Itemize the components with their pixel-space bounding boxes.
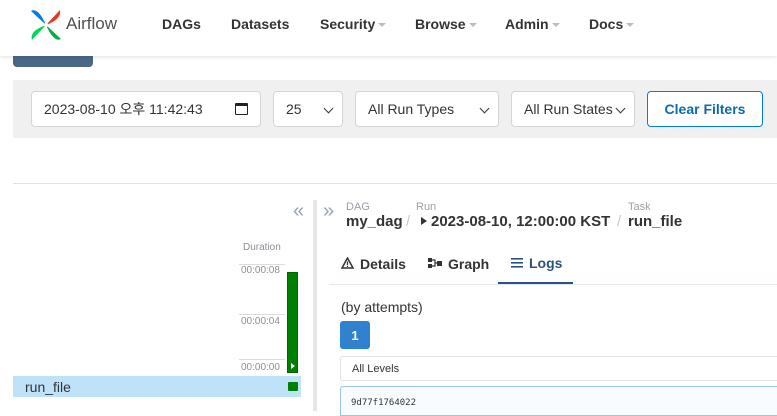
breadcrumb-dag[interactable]: my_dag xyxy=(346,213,403,230)
section-divider xyxy=(13,183,777,184)
base-date-value: 2023-08-10 오후 11:42:43 xyxy=(44,101,203,117)
nav-docs[interactable]: Docs xyxy=(589,16,635,32)
num-runs-value: 25 xyxy=(286,101,302,117)
graph-icon xyxy=(428,256,442,272)
breadcrumb-separator: / xyxy=(617,213,622,230)
run-type-select[interactable]: All Run Types xyxy=(355,91,499,127)
tab-logs[interactable]: Logs xyxy=(498,244,573,284)
nav-admin[interactable]: Admin xyxy=(505,16,560,32)
caret-down-icon xyxy=(468,23,477,27)
log-line: 9d77f1764022 xyxy=(351,398,417,408)
attempt-1-button[interactable]: 1 xyxy=(340,321,370,349)
nav-security[interactable]: Security xyxy=(320,16,387,32)
airflow-pinwheel-icon xyxy=(31,10,61,40)
top-navbar: Airflow DAGs Datasets Security Browse Ad… xyxy=(0,0,777,56)
clear-filters-button[interactable]: Clear Filters xyxy=(647,91,763,127)
run-type-value: All Run Types xyxy=(368,101,455,117)
base-date-input[interactable]: 2023-08-10 오후 11:42:43 xyxy=(31,91,261,127)
breadcrumb-separator: / xyxy=(406,213,411,230)
grid-filter-bar: 2023-08-10 오후 11:42:43 25 All Run Types … xyxy=(13,80,777,138)
breadcrumb-dag-label: DAG xyxy=(346,201,370,213)
play-icon xyxy=(291,363,295,369)
log-output: 9d77f1764022 xyxy=(340,386,777,416)
chevron-down-icon xyxy=(615,103,626,114)
tab-graph-label: Graph xyxy=(448,256,490,272)
run-state-select[interactable]: All Run States xyxy=(511,91,635,127)
tab-graph[interactable]: Graph xyxy=(428,244,489,284)
num-runs-select[interactable]: 25 xyxy=(273,91,343,127)
airflow-logo-link[interactable]: Airflow xyxy=(28,5,117,45)
caret-down-icon xyxy=(551,23,560,27)
duration-tick-mid: 00:00:04 xyxy=(241,316,280,327)
duration-gridline xyxy=(239,314,285,315)
tabs-underline xyxy=(329,284,777,285)
task-instance-status-box[interactable] xyxy=(288,382,298,391)
breadcrumb-run-label: Run xyxy=(416,201,437,213)
nav-dags[interactable]: DAGs xyxy=(162,16,201,32)
duration-tick-max: 00:00:08 xyxy=(241,265,280,276)
nav-browse-label: Browse xyxy=(415,16,466,32)
tab-details-label: Details xyxy=(360,256,406,272)
duration-header: Duration xyxy=(243,242,281,253)
brand-name: Airflow xyxy=(66,14,118,33)
chevron-down-icon xyxy=(323,103,334,114)
nav-security-label: Security xyxy=(320,16,376,32)
chevron-down-icon xyxy=(479,103,490,114)
calendar-icon[interactable] xyxy=(235,103,248,115)
nav-admin-label: Admin xyxy=(505,16,549,32)
run-state-value: All Run States xyxy=(524,101,613,117)
expand-details-icon[interactable]: » xyxy=(323,201,334,221)
warning-triangle-icon xyxy=(340,256,355,272)
nav-datasets-label: Datasets xyxy=(231,16,290,32)
attempts-label: (by attempts) xyxy=(341,299,423,315)
breadcrumb-task-label: Task xyxy=(628,201,651,213)
nav-browse[interactable]: Browse xyxy=(415,16,477,32)
tab-logs-label: Logs xyxy=(529,255,563,271)
log-level-select[interactable]: All Levels xyxy=(340,356,777,381)
breadcrumb-run[interactable]: 2023-08-10, 12:00:00 KST xyxy=(431,213,610,230)
duration-gridline xyxy=(239,359,285,360)
caret-down-icon xyxy=(378,23,387,27)
nav-datasets[interactable]: Datasets xyxy=(231,16,289,32)
nav-docs-label: Docs xyxy=(589,16,624,32)
task-name[interactable]: run_file xyxy=(25,379,71,395)
dag-run-duration-bar[interactable] xyxy=(287,272,298,373)
dag-header-tab-fragment[interactable] xyxy=(13,55,93,67)
panel-resize-handle[interactable] xyxy=(313,200,317,411)
list-lines-icon xyxy=(511,255,523,271)
caret-down-icon xyxy=(626,23,635,27)
collapse-grid-icon[interactable]: « xyxy=(293,201,304,221)
breadcrumb-task[interactable]: run_file xyxy=(628,213,682,230)
nav-dags-label: DAGs xyxy=(162,16,201,32)
duration-tick-min: 00:00:00 xyxy=(241,362,280,373)
play-icon xyxy=(421,217,427,225)
tab-details[interactable]: Details xyxy=(340,244,406,284)
task-row[interactable]: run_file xyxy=(13,376,301,397)
